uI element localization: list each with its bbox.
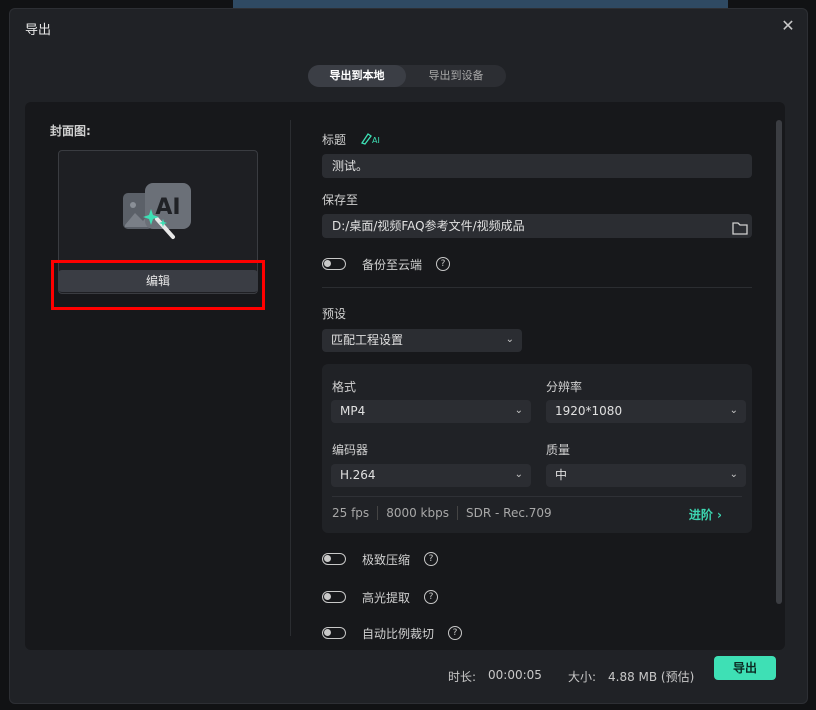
save-to-label: 保存至: [322, 193, 359, 207]
backup-label: 备份至云端: [362, 258, 423, 272]
duration-label: 时长:: [448, 670, 477, 684]
scrollbar[interactable]: [776, 120, 782, 604]
preset-value: 匹配工程设置: [331, 333, 404, 347]
ai-badge-text: AI: [372, 136, 380, 145]
tab-export-local[interactable]: 导出到本地: [308, 65, 406, 87]
fps-text: 25 fps: [332, 506, 370, 520]
quality-value: 中: [555, 468, 568, 482]
resolution-select[interactable]: 1920*1080 ⌄: [546, 400, 746, 423]
preset-label: 预设: [322, 307, 347, 321]
color-space-text: SDR - Rec.709: [465, 506, 552, 520]
export-target-tabs: 导出到本地 导出到设备: [308, 65, 506, 87]
ai-icon-text: AI: [155, 195, 180, 220]
format-select[interactable]: MP4 ⌄: [331, 400, 531, 423]
save-path-input[interactable]: D:/桌面/视频FAQ参考文件/视频成品: [322, 214, 752, 238]
size-value: 4.88 MB (预估): [608, 670, 695, 684]
help-icon[interactable]: ?: [436, 257, 450, 271]
highlight-extract-label: 高光提取: [362, 591, 411, 605]
export-dialog: 导出 ✕ 导出到本地 导出到设备 封面图: AI 编辑 标题 AI 测试。 保存…: [9, 8, 808, 704]
tab-export-device[interactable]: 导出到设备: [406, 65, 506, 87]
chevron-down-icon: ⌄: [729, 405, 738, 416]
preset-select[interactable]: 匹配工程设置 ⌄: [322, 329, 522, 352]
quality-select[interactable]: 中 ⌄: [546, 464, 746, 487]
export-button[interactable]: 导出: [714, 656, 776, 680]
extreme-compression-toggle[interactable]: [322, 553, 346, 565]
resolution-label: 分辨率: [546, 380, 583, 394]
encoding-summary: 25 fps 8000 kbps SDR - Rec.709: [332, 506, 552, 520]
chevron-down-icon: ⌄: [514, 405, 523, 416]
title-input[interactable]: 测试。: [322, 154, 752, 178]
highlight-box: [51, 260, 265, 310]
title-label: 标题: [322, 133, 347, 147]
backup-toggle[interactable]: [322, 258, 346, 270]
help-icon[interactable]: ?: [424, 590, 438, 604]
chevron-down-icon: ⌄: [505, 334, 514, 345]
save-path-text: D:/桌面/视频FAQ参考文件/视频成品: [332, 219, 525, 233]
ai-title-icon[interactable]: AI: [360, 130, 384, 145]
settings-divider: [332, 496, 742, 497]
advanced-settings-link[interactable]: 进阶 ›: [689, 506, 722, 523]
auto-reframe-toggle[interactable]: [322, 627, 346, 639]
format-label: 格式: [332, 380, 357, 394]
ai-image-icon: AI: [123, 183, 191, 239]
encoder-select[interactable]: H.264 ⌄: [331, 464, 531, 487]
close-icon[interactable]: ✕: [779, 17, 797, 35]
help-icon[interactable]: ?: [448, 626, 462, 640]
duration-value: 00:00:05: [488, 668, 542, 682]
chevron-down-icon: ⌄: [514, 469, 523, 480]
highlight-extract-toggle[interactable]: [322, 591, 346, 603]
encoder-value: H.264: [340, 468, 376, 482]
resolution-value: 1920*1080: [555, 404, 623, 418]
column-divider: [290, 120, 291, 636]
export-settings-panel: 封面图: AI 编辑 标题 AI 测试。 保存至 D:/桌面/视频FAQ参考文件…: [25, 102, 785, 650]
help-icon[interactable]: ?: [424, 552, 438, 566]
quality-label: 质量: [546, 443, 571, 457]
extreme-compression-label: 极致压缩: [362, 553, 411, 567]
chevron-down-icon: ⌄: [729, 469, 738, 480]
background-video-preview: [233, 0, 728, 8]
encoding-settings-box: 格式 MP4 ⌄ 分辨率 1920*1080 ⌄ 编码器 H.264 ⌄ 质量 …: [322, 364, 752, 533]
dialog-title: 导出: [25, 23, 52, 38]
section-divider: [322, 287, 752, 288]
cover-label: 封面图:: [50, 124, 91, 138]
encoder-label: 编码器: [332, 443, 369, 457]
auto-reframe-label: 自动比例裁切: [362, 627, 435, 641]
size-label: 大小:: [568, 670, 597, 684]
bitrate-text: 8000 kbps: [386, 506, 449, 520]
format-value: MP4: [340, 404, 366, 418]
folder-icon[interactable]: [732, 219, 748, 235]
